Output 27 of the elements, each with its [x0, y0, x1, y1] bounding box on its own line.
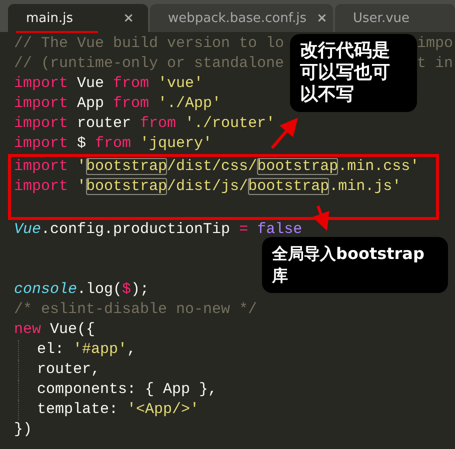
- code-line: console.log($);: [14, 280, 150, 300]
- code-line: new Vue({: [14, 320, 96, 340]
- code-line: /* eslint-disable no-new */: [14, 300, 258, 320]
- code-line: // The Vue build version to lo: [14, 34, 284, 54]
- code-line: router,: [37, 360, 100, 380]
- code-line: Vue.config.productionTip = false: [14, 220, 302, 240]
- code-text: impo: [416, 34, 454, 54]
- code-line: components: { App },: [37, 380, 218, 400]
- code-line: template: '<App/>': [37, 400, 200, 420]
- code-line: import App from './App': [14, 94, 222, 114]
- code-line: import Vue from 'vue': [14, 74, 204, 94]
- code-line: import $ from 'jquery': [14, 134, 212, 154]
- code-line: import 'bootstrap/dist/js/bootstrap.min.js': [14, 177, 402, 197]
- file-tab[interactable]: main.js ×: [8, 4, 148, 32]
- annotation-callout: 改行代码是可以写也可以不写: [290, 34, 417, 112]
- annotation-callout: 全局导入bootstrap库: [262, 237, 448, 293]
- code-line: el: '#app',: [37, 340, 136, 360]
- close-icon[interactable]: ×: [123, 10, 134, 26]
- code-line: }): [14, 420, 32, 440]
- code-line: import 'bootstrap/dist/css/bootstrap.min.css': [14, 157, 420, 177]
- file-tab[interactable]: User.vue: [335, 4, 455, 32]
- code-text: t in: [416, 54, 454, 74]
- code-line: import router from './router': [14, 114, 276, 134]
- file-tab[interactable]: webpack.base.conf.js ×: [150, 4, 333, 32]
- code-line: // (runtime-only or standalone: [14, 54, 284, 74]
- close-icon[interactable]: ×: [316, 10, 328, 26]
- arrow: [270, 118, 298, 149]
